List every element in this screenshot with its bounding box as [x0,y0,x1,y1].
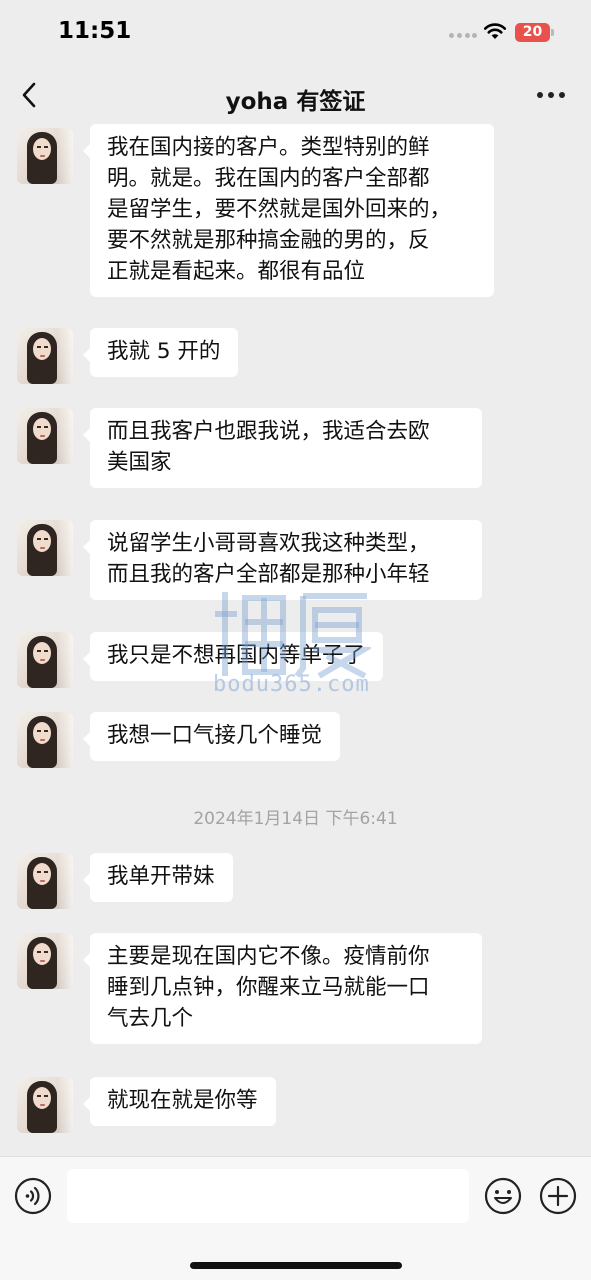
message-bubble[interactable]: 说留学生小哥哥喜欢我这种类型， 而且我的客户全部都是那种小年轻 [83,520,482,600]
avatar[interactable] [17,128,73,184]
input-bar [0,1156,591,1280]
message-bubble[interactable]: 我在国内接的客户。类型特别的鲜 明。就是。我在国内的客户全部都 是留学生，要不然… [83,124,494,297]
message-bubble[interactable]: 我就 5 开的 [82,328,239,377]
message-bubble[interactable]: 我单开带妹 [83,853,233,902]
status-time: 11:51 [58,18,132,44]
avatar[interactable] [17,632,73,688]
message-timestamp: 2024年1月14日 下午6:41 [193,809,398,829]
avatar[interactable] [17,853,73,909]
home-indicator [190,1262,402,1269]
voice-input-button[interactable] [14,1177,52,1215]
avatar[interactable] [17,520,73,576]
avatar[interactable] [17,328,73,384]
wifi-icon [483,23,507,39]
cellular-signal-icon [449,33,477,39]
message-bubble[interactable]: 我只是不想再国内等单子了 [82,632,384,681]
more-options-icon[interactable] [537,92,567,100]
chat-title: yoha 有签证 [225,89,366,115]
avatar[interactable] [17,712,73,768]
message-bubble[interactable]: 主要是现在国内它不像。疫情前你 睡到几点钟，你醒来立马就能一口 气去几个 [83,933,482,1044]
plus-icon[interactable] [539,1177,577,1215]
battery-icon: 20 [515,23,554,42]
avatar[interactable] [17,408,73,464]
avatar[interactable] [17,1077,73,1133]
emoji-icon[interactable] [484,1177,522,1215]
message-bubble[interactable]: 我想一口气接几个睡觉 [82,712,341,761]
message-input[interactable] [67,1169,469,1223]
battery-level: 20 [522,24,543,40]
status-bar: 11:51 20 [0,0,591,66]
avatar[interactable] [17,933,73,989]
message-bubble[interactable]: 就现在就是你等 [83,1077,276,1126]
chat-message-list[interactable]: 我在国内接的客户。类型特别的鲜 明。就是。我在国内的客户全部都 是留学生，要不然… [0,124,591,1156]
message-bubble[interactable]: 而且我客户也跟我说，我适合去欧 美国家 [83,408,482,488]
nav-bar: yoha 有签证 [0,66,591,124]
